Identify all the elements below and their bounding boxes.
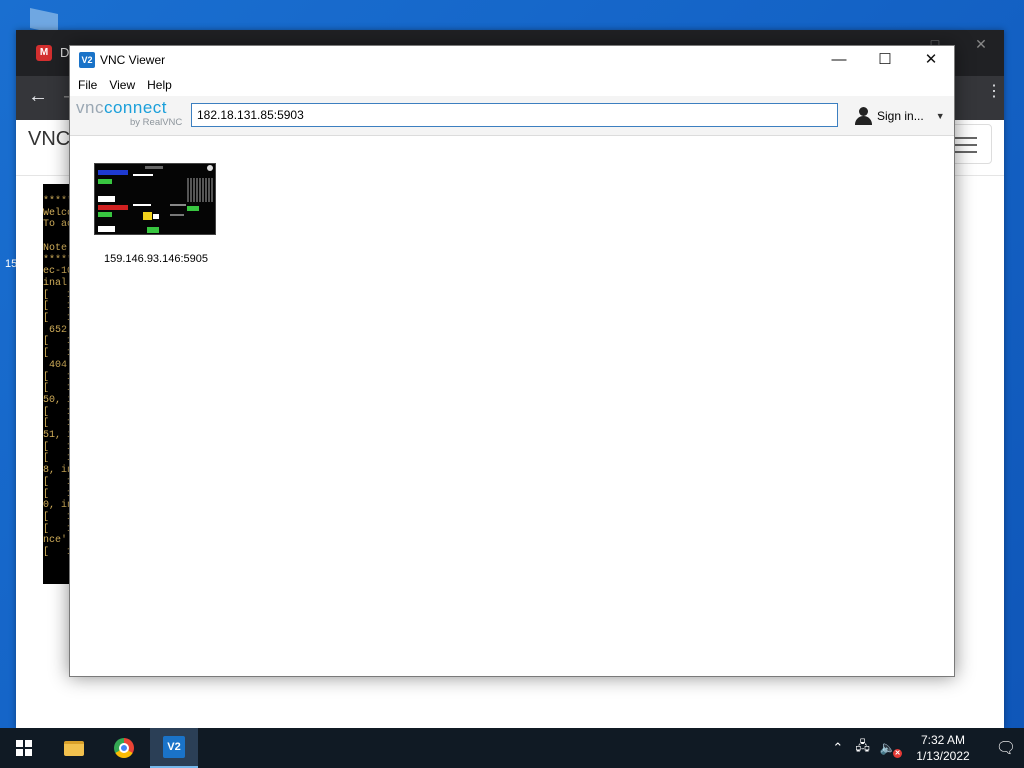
- brand-connect: connect: [103, 98, 168, 117]
- vnc-window-controls: — ☐ ✕: [816, 46, 954, 74]
- menu-help[interactable]: Help: [141, 74, 178, 96]
- back-arrow-icon[interactable]: ←: [28, 85, 48, 108]
- vnc-connect-logo: vncconnect: [76, 99, 167, 117]
- menu-view[interactable]: View: [103, 74, 141, 96]
- tab-favicon-icon: M: [36, 45, 52, 61]
- window-title: VNC Viewer: [100, 53, 166, 67]
- taskbar-file-explorer[interactable]: [50, 728, 98, 768]
- connection-tile[interactable]: 159.146.93.146:5905: [94, 163, 218, 265]
- close-icon[interactable]: ✕: [908, 46, 954, 74]
- network-icon[interactable]: 🖧: [855, 737, 870, 759]
- close-icon[interactable]: ✕: [958, 30, 1004, 60]
- vnc-viewer-icon: V2: [163, 736, 185, 758]
- taskbar-vnc-viewer[interactable]: V2: [150, 728, 198, 768]
- user-icon: [854, 107, 872, 125]
- taskbar-chrome[interactable]: [100, 728, 148, 768]
- browser-menu-icon[interactable]: ⋮: [986, 84, 1002, 100]
- clock[interactable]: 7:32 AM 1/13/2022: [910, 732, 976, 764]
- show-hidden-icons-icon[interactable]: ⌃: [832, 740, 843, 756]
- windows-logo-icon: [16, 740, 32, 756]
- menu-bar: File View Help: [70, 74, 954, 96]
- connection-label: 159.146.93.146:5905: [104, 253, 208, 265]
- start-button[interactable]: [0, 728, 48, 768]
- sign-in-label: Sign in...: [877, 109, 924, 123]
- address-book-area: 159.146.93.146:5905: [70, 136, 954, 676]
- minimize-icon[interactable]: —: [816, 46, 862, 74]
- maximize-icon[interactable]: ☐: [862, 46, 908, 74]
- chrome-icon: [114, 738, 134, 758]
- brand-vnc: vnc: [76, 98, 104, 117]
- folder-icon: [64, 740, 84, 756]
- page-title: VNC: [28, 128, 71, 150]
- clock-date: 1/13/2022: [916, 749, 970, 763]
- menu-file[interactable]: File: [72, 74, 103, 96]
- notification-center-icon[interactable]: 🗨: [988, 728, 1024, 768]
- brand-subtitle: by RealVNC: [130, 117, 183, 128]
- system-tray: ⌃ 🖧 🔈 ✕ 7:32 AM 1/13/2022 🗨: [832, 728, 1024, 768]
- connection-thumbnail[interactable]: [94, 163, 216, 235]
- clock-time: 7:32 AM: [920, 733, 966, 747]
- vnc-toolbar: vncconnect by RealVNC Sign in... ▼: [70, 96, 954, 136]
- browser-tab-title[interactable]: D: [60, 45, 69, 60]
- taskbar: V2 ⌃ 🖧 🔈 ✕ 7:32 AM 1/13/2022 🗨: [0, 728, 1024, 768]
- vnc-app-icon: V2: [79, 52, 95, 68]
- sign-in-button[interactable]: Sign in... ▼: [854, 104, 945, 128]
- vnc-title-bar[interactable]: V2 VNC Viewer — ☐ ✕: [70, 46, 954, 74]
- volume-muted-icon[interactable]: 🔈 ✕: [880, 740, 902, 758]
- address-input[interactable]: [191, 103, 838, 127]
- dropdown-caret-icon[interactable]: ▼: [936, 111, 945, 121]
- vnc-viewer-window: V2 VNC Viewer — ☐ ✕ File View Help vncco…: [69, 45, 955, 677]
